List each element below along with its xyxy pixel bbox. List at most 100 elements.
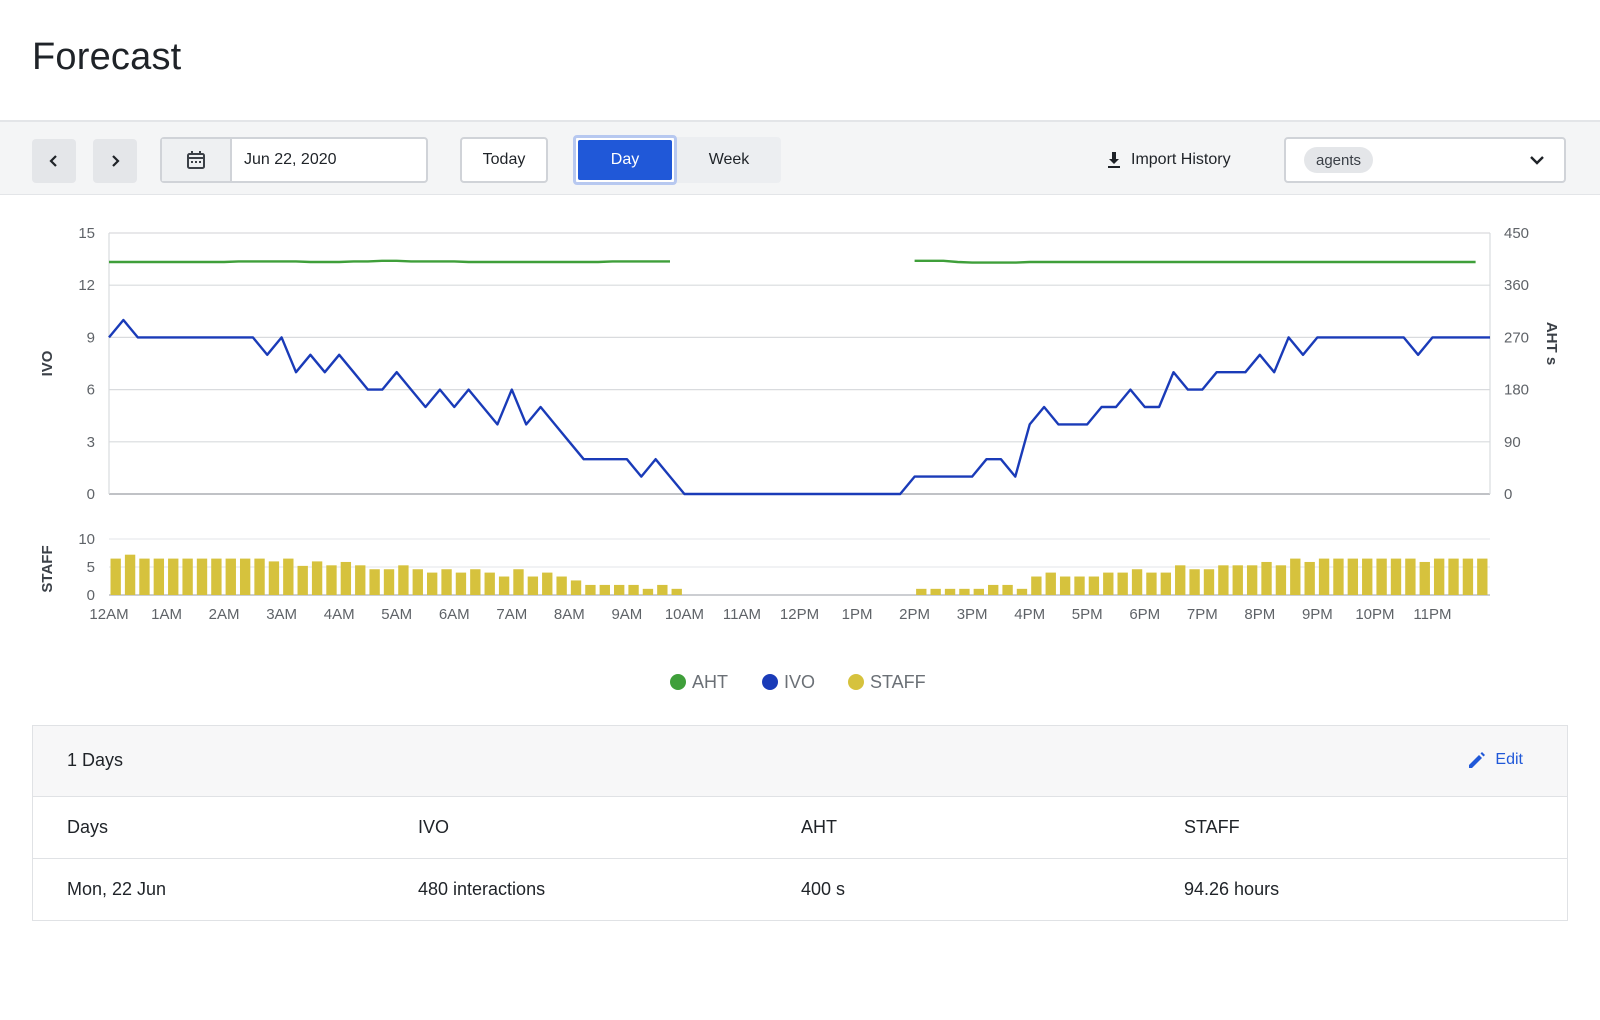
column-header-staff: STAFF xyxy=(1184,817,1240,837)
staff-bar xyxy=(1117,572,1128,595)
staff-bars xyxy=(110,554,1488,595)
x-tick-label: 3PM xyxy=(957,606,988,623)
staff-bar xyxy=(1261,561,1272,595)
staff-bar xyxy=(1103,572,1114,595)
staff-bar xyxy=(1002,584,1013,595)
staff-bar xyxy=(988,584,999,595)
x-tick-label: 7PM xyxy=(1187,606,1218,623)
staff-bar xyxy=(1059,576,1071,595)
staff-bar xyxy=(1146,572,1157,595)
x-tick-label: 12PM xyxy=(780,606,819,623)
x-tick-label: 11PM xyxy=(1413,606,1451,623)
ivo-line xyxy=(108,318,1490,496)
column-header-ivo: IVO xyxy=(418,817,450,837)
today-button[interactable]: Today xyxy=(460,137,548,183)
day-view-label: Day xyxy=(578,140,672,180)
staff-bar xyxy=(1160,572,1172,595)
chart-legend: AHT IVO STAFF xyxy=(670,672,926,692)
x-tick-label: 5AM xyxy=(381,606,412,623)
queue-select[interactable]: agents xyxy=(1284,137,1566,183)
y-tick-right: 180 xyxy=(1504,382,1529,399)
y-tick-right: 270 xyxy=(1504,329,1529,346)
staff-bar xyxy=(283,558,294,595)
table-row: Mon, 22 Jun 480 interactions 400 s 94.26… xyxy=(33,859,1567,921)
page-title: Forecast xyxy=(32,36,182,78)
y-axis-label-right: AHT s xyxy=(1543,322,1560,365)
aht-line xyxy=(914,259,1476,264)
cell-aht: 400 s xyxy=(801,879,846,899)
staff-bar xyxy=(1175,565,1186,595)
chevron-down-icon[interactable] xyxy=(1528,151,1546,169)
staff-bar xyxy=(340,561,352,595)
legend-label-aht: AHT xyxy=(692,672,728,692)
staff-bar xyxy=(369,569,380,595)
chart-lines xyxy=(108,259,1490,496)
x-tick-label: 1AM xyxy=(151,606,182,623)
staff-bar xyxy=(614,584,625,595)
x-tick-label: 7AM xyxy=(496,606,527,623)
staff-y-tick: 10 xyxy=(78,531,95,548)
staff-bar xyxy=(542,572,553,595)
legend-swatch-staff xyxy=(848,674,864,690)
staff-y-tick: 0 xyxy=(87,587,95,604)
day-view-button[interactable]: Day xyxy=(573,135,677,185)
staff-bar xyxy=(196,558,208,595)
y-tick-right: 450 xyxy=(1504,225,1529,242)
y-tick-right: 0 xyxy=(1504,486,1512,503)
staff-bar xyxy=(412,569,423,595)
staff-bar xyxy=(239,558,251,595)
cell-staff: 94.26 hours xyxy=(1184,879,1280,899)
staff-bar xyxy=(225,558,236,595)
staff-bar xyxy=(139,558,150,595)
calendar-icon xyxy=(187,151,205,169)
staff-bar xyxy=(1376,558,1387,595)
cell-ivo: 480 interactions xyxy=(418,879,546,899)
staff-y-tick: 5 xyxy=(87,559,95,576)
edit-button[interactable]: Edit xyxy=(1467,750,1523,770)
y-tick-right: 90 xyxy=(1504,434,1521,451)
staff-bar xyxy=(470,569,481,595)
staff-bar xyxy=(153,558,165,595)
staff-bar xyxy=(556,576,567,595)
x-tick-label: 8AM xyxy=(554,606,585,623)
staff-bar xyxy=(1016,588,1028,595)
summary-header: 1 Days Edit xyxy=(33,726,1567,797)
staff-bar xyxy=(1405,558,1416,595)
next-day-button[interactable] xyxy=(93,139,137,183)
staff-bar xyxy=(1318,558,1330,595)
chevron-left-icon xyxy=(49,155,57,167)
toolbar: Jun 22, 2020 Today Day Week Import Histo… xyxy=(0,122,1600,195)
staff-bar xyxy=(311,561,323,595)
week-view-button[interactable]: Week xyxy=(677,137,781,183)
legend-label-staff: STAFF xyxy=(870,672,926,692)
staff-bar xyxy=(1131,569,1143,595)
staff-bar xyxy=(527,576,539,595)
x-tick-label: 12AM xyxy=(89,606,128,623)
staff-bar xyxy=(1232,565,1243,595)
staff-bar xyxy=(498,576,510,595)
selected-chip[interactable]: agents xyxy=(1304,147,1374,173)
date-picker[interactable]: Jun 22, 2020 xyxy=(160,137,428,183)
edit-label: Edit xyxy=(1495,751,1523,768)
staff-bar xyxy=(1333,558,1344,595)
staff-bar xyxy=(1433,558,1445,595)
previous-day-button[interactable] xyxy=(32,139,76,183)
date-value[interactable]: Jun 22, 2020 xyxy=(232,139,337,181)
column-header-aht: AHT xyxy=(801,817,837,837)
x-tick-label: 9PM xyxy=(1302,606,1333,623)
chart-grid xyxy=(108,232,1491,596)
staff-bar xyxy=(916,588,927,595)
staff-bar xyxy=(1448,558,1459,595)
staff-bar xyxy=(642,588,654,595)
staff-bar xyxy=(628,584,639,595)
staff-bar xyxy=(1218,565,1229,595)
x-tick-label: 6AM xyxy=(439,606,470,623)
staff-bar xyxy=(124,554,136,595)
import-history-button[interactable]: Import History xyxy=(1105,137,1231,183)
view-mode-toggle: Day Week xyxy=(573,135,781,185)
staff-bar xyxy=(254,558,265,595)
staff-bar xyxy=(1304,561,1315,595)
calendar-button[interactable] xyxy=(162,139,232,181)
x-tick-label: 5PM xyxy=(1072,606,1103,623)
summary-title: 1 Days xyxy=(67,750,124,770)
